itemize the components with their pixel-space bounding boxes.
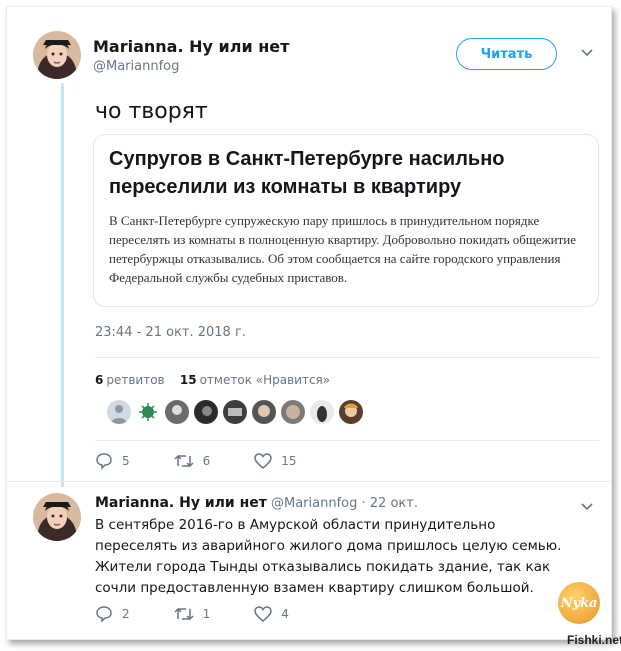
liker-avatar[interactable] xyxy=(252,400,276,424)
card-description: В Санкт-Петербурге супружескую пару приш… xyxy=(109,213,577,285)
reply-icon xyxy=(96,606,112,623)
watermark-badge: Nyka xyxy=(558,582,600,624)
liker-avatar[interactable] xyxy=(165,400,189,424)
tweet-actions: 5 6 15 xyxy=(95,452,341,470)
follow-button[interactable]: Читать xyxy=(456,38,557,70)
reply-button[interactable]: 2 xyxy=(95,605,130,623)
author-name[interactable]: Marianna. Ну или нет xyxy=(93,37,289,56)
reply-button[interactable]: 5 xyxy=(95,452,130,470)
reply-date[interactable]: · 22 окт. xyxy=(362,496,418,511)
liker-avatar[interactable] xyxy=(281,400,305,424)
reply-text: В сентябре 2016-го в Амурской области пр… xyxy=(95,517,562,596)
tweet-screenshot: Marianna. Ну или нет @Mariannfog Читать … xyxy=(6,6,612,640)
like-icon xyxy=(254,606,273,622)
engagement-stats: 6 ретвитов 15 отметок «Нравится» xyxy=(95,373,330,387)
reply-count: 5 xyxy=(122,454,130,468)
chevron-down-icon[interactable] xyxy=(581,499,593,515)
tweet-separator xyxy=(7,481,611,482)
liker-avatar[interactable] xyxy=(107,400,131,424)
like-icon xyxy=(254,453,273,469)
tweet-timestamp[interactable]: 23:44 - 21 окт. 2018 г. xyxy=(95,325,246,340)
like-count: 4 xyxy=(281,607,289,621)
liker-avatars xyxy=(107,400,363,424)
liker-avatar[interactable] xyxy=(223,400,247,424)
like-button[interactable]: 15 xyxy=(254,453,297,469)
reply-header: Marianna. Ну или нет @Mariannfog · 22 ок… xyxy=(95,495,418,511)
retweet-button[interactable]: 6 xyxy=(174,453,211,469)
retweet-icon xyxy=(174,454,194,468)
liker-avatar[interactable] xyxy=(136,400,160,424)
tweet-text: чо творят xyxy=(95,99,208,124)
liker-avatar[interactable] xyxy=(339,400,363,424)
link-card[interactable]: Супругов в Санкт-Петербурге насильно пер… xyxy=(93,134,599,307)
retweet-icon xyxy=(174,607,194,621)
likes-stat[interactable]: 15 отметок «Нравится» xyxy=(180,373,330,387)
reply-author-handle[interactable]: @Mariannfog xyxy=(271,496,357,511)
card-title: Супругов в Санкт-Петербурге насильно пер… xyxy=(109,148,505,198)
watermark-site: Fishki.net xyxy=(567,633,621,647)
reply-icon xyxy=(96,453,112,470)
liker-avatar[interactable] xyxy=(310,400,334,424)
reply-actions: 2 1 4 xyxy=(95,605,333,623)
divider xyxy=(95,357,599,358)
like-count: 15 xyxy=(281,454,297,468)
avatar[interactable] xyxy=(33,31,81,79)
retweets-stat[interactable]: 6 ретвитов xyxy=(95,373,165,387)
like-button[interactable]: 4 xyxy=(254,606,289,622)
chevron-down-icon[interactable] xyxy=(581,45,593,61)
reply-author-name[interactable]: Marianna. Ну или нет xyxy=(95,495,267,511)
author-handle[interactable]: @Mariannfog xyxy=(93,59,179,74)
avatar[interactable] xyxy=(33,493,81,541)
divider xyxy=(95,440,599,441)
liker-avatar[interactable] xyxy=(194,400,218,424)
retweet-count: 1 xyxy=(202,607,211,621)
retweet-button[interactable]: 1 xyxy=(174,606,211,622)
retweet-count: 6 xyxy=(202,454,211,468)
reply-count: 2 xyxy=(122,607,130,621)
thread-connector xyxy=(61,83,64,487)
